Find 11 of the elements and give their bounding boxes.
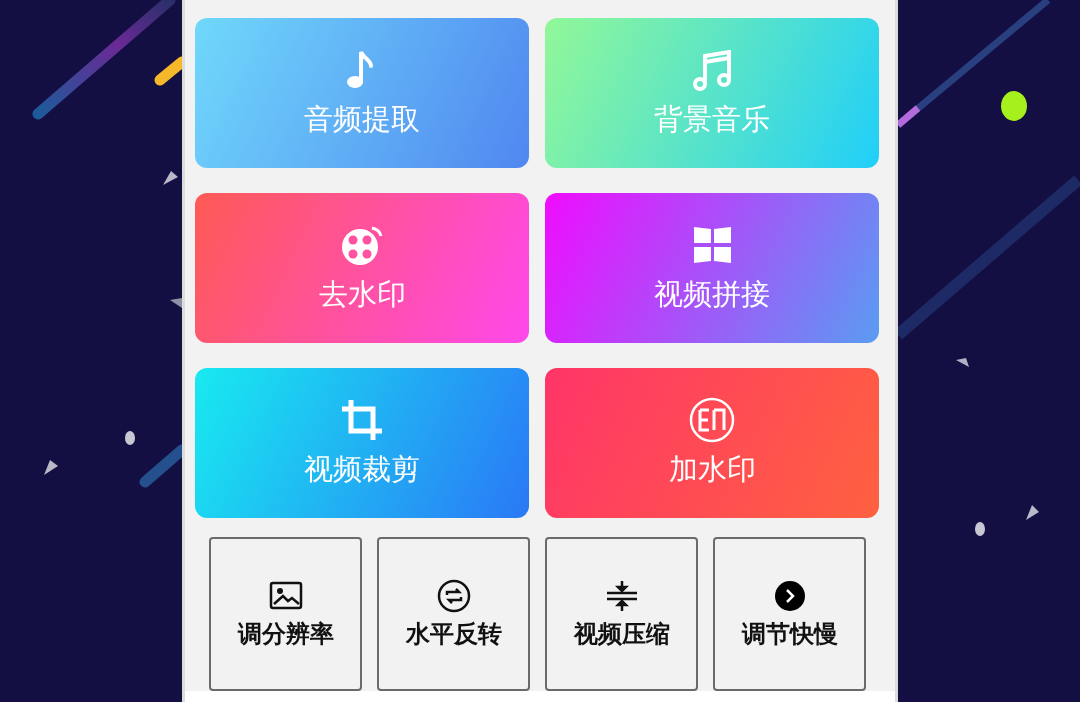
feature-card[interactable]: 加水印 xyxy=(545,368,879,518)
tool-button[interactable]: 调节快慢 xyxy=(713,537,866,691)
stamp-icon xyxy=(688,396,736,444)
feature-card[interactable]: 视频拼接 xyxy=(545,193,879,343)
feature-card[interactable]: 视频裁剪 xyxy=(195,368,529,518)
tool-button[interactable]: 调分辨率 xyxy=(209,537,362,691)
tool-button[interactable]: 水平反转 xyxy=(377,537,530,691)
feature-card[interactable]: 去水印 xyxy=(195,193,529,343)
tool-button[interactable]: 视频压缩 xyxy=(545,537,698,691)
repeat-icon xyxy=(435,578,472,614)
feature-card[interactable]: 音频提取 xyxy=(195,18,529,168)
